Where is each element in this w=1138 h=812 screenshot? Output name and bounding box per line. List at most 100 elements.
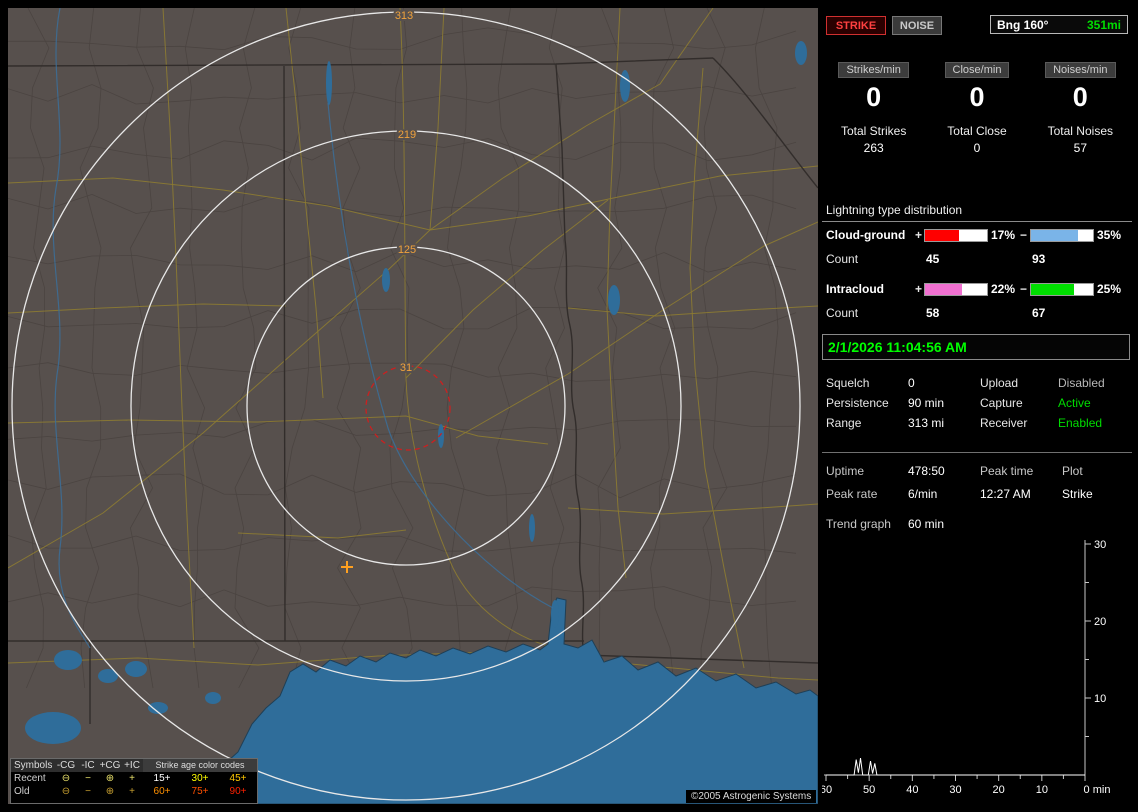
age-15: 15+ — [153, 773, 171, 784]
cg-negative-bar — [1030, 229, 1094, 242]
settings-row-1: Squelch 0 Upload Disabled — [826, 376, 1105, 390]
ic-negative-bar — [1030, 283, 1094, 296]
ic-count-row: Count 58 67 — [826, 306, 1046, 320]
neg-cg-recent-icon: ⊖ — [61, 773, 71, 784]
ic-negative-pct: 25% — [1097, 282, 1122, 296]
datetime-display: 2/1/2026 11:04:56 AM — [822, 334, 1130, 360]
svg-text:20: 20 — [993, 784, 1005, 796]
capture-status: Active — [1058, 396, 1091, 410]
legend-col-pos-ic: +IC — [124, 760, 140, 771]
total-strikes-label: Total Strikes — [840, 124, 907, 138]
pos-ic-old-icon: + — [129, 786, 135, 797]
strike-button[interactable]: STRIKE — [826, 16, 886, 35]
upload-status: Disabled — [1058, 376, 1105, 390]
plot-value: Strike — [1062, 487, 1093, 501]
cg-negative-count: 93 — [1032, 252, 1046, 266]
bearing-label: Bng 160° — [997, 17, 1049, 32]
strikes-column: Strikes/min 0 Total Strikes 263 — [822, 62, 925, 155]
close-column: Close/min 0 Total Close 0 — [925, 62, 1028, 155]
svg-text:30: 30 — [1094, 539, 1106, 551]
peak-time-value: 12:27 AM — [980, 487, 1031, 501]
lightning-map[interactable]: 313 219 125 31 Symbols -CG -IC +CG +IC S… — [8, 8, 818, 804]
ic-negative-count: 67 — [1032, 306, 1046, 320]
neg-cg-old-icon: ⊖ — [61, 786, 71, 797]
map-canvas: 313 219 125 31 — [8, 8, 818, 804]
close-per-min-header[interactable]: Close/min — [944, 62, 1010, 78]
strikes-per-min-header[interactable]: Strikes/min — [838, 62, 909, 78]
bearing-value: 351mi — [1086, 17, 1121, 32]
minus-sign: − — [1020, 282, 1028, 296]
settings-row-3: Range 313 mi Receiver Enabled — [826, 416, 1103, 430]
legend-header-row: Symbols -CG -IC +CG +IC Strike age color… — [11, 759, 257, 772]
age-30: 30+ — [191, 773, 209, 784]
total-close-value: 0 — [973, 141, 981, 155]
age-90: 90+ — [229, 786, 247, 797]
ic-positive-pct: 22% — [991, 282, 1016, 296]
ic-positive-count: 58 — [926, 306, 940, 320]
plus-sign: + — [915, 228, 923, 242]
svg-text:10: 10 — [1094, 693, 1106, 705]
legend-age-header: Strike age color codes — [143, 759, 257, 772]
noises-column: Noises/min 0 Total Noises 57 — [1029, 62, 1132, 155]
settings-row-2: Persistence 90 min Capture Active — [826, 396, 1091, 410]
nexstorm-window: 313 219 125 31 Symbols -CG -IC +CG +IC S… — [0, 0, 1138, 812]
cg-positive-count: 45 — [926, 252, 940, 266]
rate-counters: Strikes/min 0 Total Strikes 263 Close/mi… — [822, 62, 1132, 155]
svg-text:60: 60 — [822, 784, 832, 796]
cloud-ground-row: Cloud-ground + 17% − 35% — [826, 228, 1122, 242]
range-ring-label-125: 125 — [398, 244, 416, 256]
cg-positive-pct: 17% — [991, 228, 1016, 242]
total-strikes-value: 263 — [863, 141, 884, 155]
cg-positive-bar — [924, 229, 988, 242]
bearing-display: Bng 160° 351mi — [990, 15, 1128, 34]
divider — [822, 452, 1132, 453]
stats-row-2: Peak rate 6/min 12:27 AM Strike — [826, 487, 1093, 501]
age-45: 45+ — [229, 773, 247, 784]
svg-text:30: 30 — [949, 784, 961, 796]
trend-row: Trend graph 60 min — [826, 517, 945, 531]
legend-row-old: Old ⊖ − ⊕ + 60+ 75+ 90+ — [11, 785, 257, 798]
pos-cg-old-icon: ⊕ — [105, 786, 115, 797]
range-ring-label-31: 31 — [400, 362, 412, 374]
range-ring-label-313: 313 — [395, 10, 413, 22]
svg-text:10: 10 — [1036, 784, 1048, 796]
ic-positive-bar — [924, 283, 988, 296]
svg-text:20: 20 — [1094, 616, 1106, 628]
pos-cg-recent-icon: ⊕ — [105, 773, 115, 784]
noise-button[interactable]: NOISE — [892, 16, 942, 35]
receiver-status: Enabled — [1058, 416, 1103, 430]
legend-col-neg-ic: -IC — [81, 760, 95, 771]
stats-row-1: Uptime 478:50 Peak time Plot — [826, 464, 1083, 478]
total-noises-label: Total Noises — [1047, 124, 1113, 138]
copyright: ©2005 Astrogenic Systems — [686, 790, 817, 803]
svg-text:50: 50 — [863, 784, 875, 796]
neg-ic-recent-icon: − — [85, 773, 91, 784]
range-ring-label-219: 219 — [398, 129, 416, 141]
status-panel: STRIKE NOISE Bng 160° 351mi Strikes/min … — [822, 8, 1132, 804]
noises-per-min-header[interactable]: Noises/min — [1045, 62, 1116, 78]
age-60: 60+ — [153, 786, 171, 797]
minus-sign: − — [1020, 228, 1028, 242]
map-legend: Symbols -CG -IC +CG +IC Strike age color… — [10, 758, 258, 804]
legend-col-neg-cg: -CG — [56, 760, 76, 771]
trend-window-value: 60 min — [908, 517, 945, 531]
legend-col-pos-cg: +CG — [99, 760, 121, 771]
datetime-value: 2/1/2026 11:04:56 AM — [828, 339, 967, 355]
close-per-min-value: 0 — [969, 82, 985, 112]
peak-rate-value: 6/min — [908, 487, 938, 501]
legend-symbols-header: Symbols — [14, 760, 53, 771]
plus-sign: + — [915, 282, 923, 296]
cg-negative-pct: 35% — [1097, 228, 1122, 242]
neg-ic-old-icon: − — [85, 786, 91, 797]
uptime-value: 478:50 — [908, 464, 945, 478]
strikes-per-min-value: 0 — [866, 82, 882, 112]
age-75: 75+ — [191, 786, 209, 797]
total-close-label: Total Close — [947, 124, 1007, 138]
intracloud-row: Intracloud + 22% − 25% — [826, 282, 1122, 296]
pos-ic-recent-icon: + — [129, 773, 135, 784]
legend-row-recent: Recent ⊖ − ⊕ + 15+ 30+ 45+ — [11, 772, 257, 785]
svg-text:40: 40 — [906, 784, 918, 796]
total-noises-value: 57 — [1073, 141, 1087, 155]
distribution-title: Lightning type distribution — [822, 203, 1132, 222]
svg-text:0 min: 0 min — [1084, 784, 1111, 796]
